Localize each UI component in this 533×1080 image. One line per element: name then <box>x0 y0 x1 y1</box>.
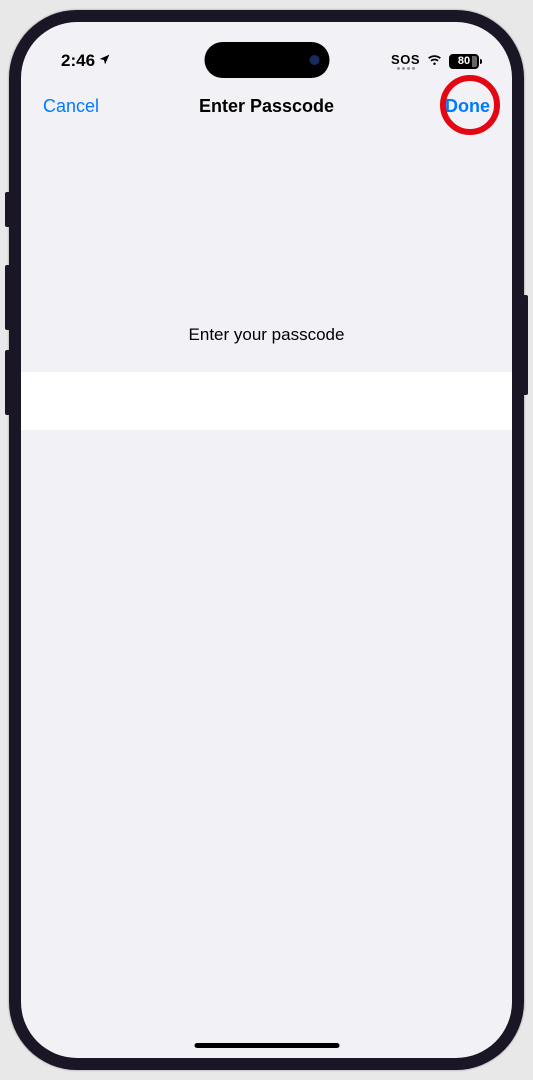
page-title: Enter Passcode <box>199 96 334 117</box>
done-button[interactable]: Done <box>445 96 490 117</box>
battery-indicator: 80 <box>449 54 482 69</box>
camera-dot <box>309 55 319 65</box>
sos-label: SOS <box>391 53 420 66</box>
power-button <box>524 295 528 395</box>
navigation-bar: Cancel Enter Passcode Done <box>21 82 512 130</box>
status-time: 2:46 <box>61 51 95 71</box>
signal-dots <box>397 67 415 70</box>
phone-frame: 2:46 SOS <box>9 10 524 1070</box>
passcode-prompt: Enter your passcode <box>21 325 512 345</box>
status-time-container: 2:46 <box>61 51 111 71</box>
volume-down-button <box>5 350 9 415</box>
sos-indicator: SOS <box>391 53 420 70</box>
cancel-button[interactable]: Cancel <box>43 96 99 117</box>
silent-switch <box>5 192 9 227</box>
phone-screen: 2:46 SOS <box>21 22 512 1058</box>
content-area: Enter your passcode <box>21 130 512 430</box>
status-right: SOS 80 <box>391 53 482 70</box>
location-icon <box>98 53 111 69</box>
dynamic-island <box>204 42 329 78</box>
wifi-icon <box>426 53 443 69</box>
volume-up-button <box>5 265 9 330</box>
home-indicator[interactable] <box>194 1043 339 1048</box>
passcode-input[interactable] <box>21 372 512 430</box>
battery-level: 80 <box>458 55 470 67</box>
